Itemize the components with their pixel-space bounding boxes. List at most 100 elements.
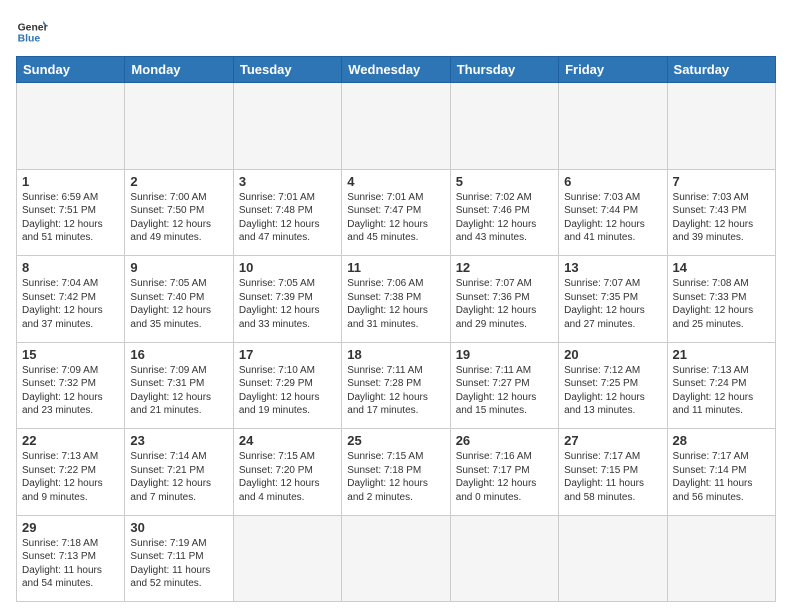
day-number: 24 — [239, 433, 336, 448]
day-number: 13 — [564, 260, 661, 275]
calendar-week-row: 29 Sunrise: 7:18 AM Sunset: 7:13 PM Dayli… — [17, 515, 776, 602]
calendar-cell — [342, 83, 450, 170]
calendar-week-row — [17, 83, 776, 170]
calendar-cell — [450, 83, 558, 170]
calendar-cell: 25 Sunrise: 7:15 AM Sunset: 7:18 PM Dayli… — [342, 429, 450, 516]
day-info: Sunrise: 7:15 AM Sunset: 7:18 PM Dayligh… — [347, 450, 444, 504]
calendar-cell: 4 Sunrise: 7:01 AM Sunset: 7:47 PM Daylig… — [342, 169, 450, 256]
day-number: 7 — [673, 174, 770, 189]
day-info: Sunrise: 7:16 AM Sunset: 7:17 PM Dayligh… — [456, 450, 553, 504]
day-info: Sunrise: 7:07 AM Sunset: 7:36 PM Dayligh… — [456, 277, 553, 331]
calendar-cell — [233, 515, 341, 602]
calendar-cell: 21Sunrise: 7:13 AM Sunset: 7:24 PM Dayli… — [667, 342, 775, 429]
day-info: Sunrise: 7:18 AM Sunset: 7:13 PM Dayligh… — [22, 537, 119, 591]
calendar-week-row: 22 Sunrise: 7:13 AM Sunset: 7:22 PM Dayli… — [17, 429, 776, 516]
calendar-cell: 27Sunrise: 7:17 AM Sunset: 7:15 PM Dayli… — [559, 429, 667, 516]
weekday-header: Tuesday — [233, 57, 341, 83]
calendar-cell: 3 Sunrise: 7:01 AM Sunset: 7:48 PM Daylig… — [233, 169, 341, 256]
calendar-cell: 23 Sunrise: 7:14 AM Sunset: 7:21 PM Dayli… — [125, 429, 233, 516]
day-info: Sunrise: 7:03 AM Sunset: 7:44 PM Dayligh… — [564, 191, 661, 245]
calendar-cell: 26Sunrise: 7:16 AM Sunset: 7:17 PM Dayli… — [450, 429, 558, 516]
day-number: 25 — [347, 433, 444, 448]
day-number: 28 — [673, 433, 770, 448]
day-info: Sunrise: 7:03 AM Sunset: 7:43 PM Dayligh… — [673, 191, 770, 245]
day-number: 2 — [130, 174, 227, 189]
day-number: 17 — [239, 347, 336, 362]
logo: General Blue — [16, 16, 52, 48]
day-info: Sunrise: 7:05 AM Sunset: 7:39 PM Dayligh… — [239, 277, 336, 331]
day-number: 11 — [347, 260, 444, 275]
day-info: Sunrise: 7:05 AM Sunset: 7:40 PM Dayligh… — [130, 277, 227, 331]
calendar-week-row: 8 Sunrise: 7:04 AM Sunset: 7:42 PM Daylig… — [17, 256, 776, 343]
day-number: 21 — [673, 347, 770, 362]
calendar-cell — [559, 515, 667, 602]
weekday-header: Monday — [125, 57, 233, 83]
day-info: Sunrise: 7:19 AM Sunset: 7:11 PM Dayligh… — [130, 537, 227, 591]
calendar-cell — [559, 83, 667, 170]
day-info: Sunrise: 7:13 AM Sunset: 7:22 PM Dayligh… — [22, 450, 119, 504]
calendar-cell: 8 Sunrise: 7:04 AM Sunset: 7:42 PM Daylig… — [17, 256, 125, 343]
day-number: 19 — [456, 347, 553, 362]
calendar-cell: 16Sunrise: 7:09 AM Sunset: 7:31 PM Dayli… — [125, 342, 233, 429]
day-info: Sunrise: 7:04 AM Sunset: 7:42 PM Dayligh… — [22, 277, 119, 331]
day-number: 14 — [673, 260, 770, 275]
calendar-cell: 1 Sunrise: 6:59 AM Sunset: 7:51 PM Daylig… — [17, 169, 125, 256]
calendar-cell: 18 Sunrise: 7:11 AM Sunset: 7:28 PM Dayli… — [342, 342, 450, 429]
day-info: Sunrise: 7:01 AM Sunset: 7:48 PM Dayligh… — [239, 191, 336, 245]
svg-text:Blue: Blue — [18, 34, 41, 45]
day-info: Sunrise: 7:06 AM Sunset: 7:38 PM Dayligh… — [347, 277, 444, 331]
calendar-cell — [125, 83, 233, 170]
day-number: 8 — [22, 260, 119, 275]
day-info: Sunrise: 7:00 AM Sunset: 7:50 PM Dayligh… — [130, 191, 227, 245]
day-number: 22 — [22, 433, 119, 448]
calendar-week-row: 1 Sunrise: 6:59 AM Sunset: 7:51 PM Daylig… — [17, 169, 776, 256]
day-number: 3 — [239, 174, 336, 189]
calendar-header: SundayMondayTuesdayWednesdayThursdayFrid… — [17, 57, 776, 83]
calendar-cell: 20Sunrise: 7:12 AM Sunset: 7:25 PM Dayli… — [559, 342, 667, 429]
day-number: 10 — [239, 260, 336, 275]
day-number: 9 — [130, 260, 227, 275]
day-number: 15 — [22, 347, 119, 362]
day-info: Sunrise: 7:14 AM Sunset: 7:21 PM Dayligh… — [130, 450, 227, 504]
day-info: Sunrise: 7:17 AM Sunset: 7:14 PM Dayligh… — [673, 450, 770, 504]
calendar-cell: 14Sunrise: 7:08 AM Sunset: 7:33 PM Dayli… — [667, 256, 775, 343]
calendar-cell — [17, 83, 125, 170]
calendar-body: 1 Sunrise: 6:59 AM Sunset: 7:51 PM Daylig… — [17, 83, 776, 602]
calendar-cell: 7 Sunrise: 7:03 AM Sunset: 7:43 PM Daylig… — [667, 169, 775, 256]
calendar-table: SundayMondayTuesdayWednesdayThursdayFrid… — [16, 56, 776, 602]
calendar-cell: 19 Sunrise: 7:11 AM Sunset: 7:27 PM Dayli… — [450, 342, 558, 429]
weekday-row: SundayMondayTuesdayWednesdayThursdayFrid… — [17, 57, 776, 83]
day-number: 27 — [564, 433, 661, 448]
calendar-cell: 12Sunrise: 7:07 AM Sunset: 7:36 PM Dayli… — [450, 256, 558, 343]
day-number: 29 — [22, 520, 119, 535]
calendar-cell — [450, 515, 558, 602]
day-number: 1 — [22, 174, 119, 189]
day-info: Sunrise: 7:10 AM Sunset: 7:29 PM Dayligh… — [239, 364, 336, 418]
calendar-cell: 10 Sunrise: 7:05 AM Sunset: 7:39 PM Dayli… — [233, 256, 341, 343]
calendar-cell: 5Sunrise: 7:02 AM Sunset: 7:46 PM Daylig… — [450, 169, 558, 256]
calendar-cell — [233, 83, 341, 170]
day-info: Sunrise: 7:11 AM Sunset: 7:28 PM Dayligh… — [347, 364, 444, 418]
calendar-week-row: 15 Sunrise: 7:09 AM Sunset: 7:32 PM Dayli… — [17, 342, 776, 429]
calendar-cell: 28 Sunrise: 7:17 AM Sunset: 7:14 PM Dayli… — [667, 429, 775, 516]
weekday-header: Friday — [559, 57, 667, 83]
calendar-cell: 24Sunrise: 7:15 AM Sunset: 7:20 PM Dayli… — [233, 429, 341, 516]
day-info: Sunrise: 6:59 AM Sunset: 7:51 PM Dayligh… — [22, 191, 119, 245]
day-number: 4 — [347, 174, 444, 189]
calendar-cell: 15 Sunrise: 7:09 AM Sunset: 7:32 PM Dayli… — [17, 342, 125, 429]
calendar-cell — [342, 515, 450, 602]
weekday-header: Sunday — [17, 57, 125, 83]
calendar-cell: 2 Sunrise: 7:00 AM Sunset: 7:50 PM Daylig… — [125, 169, 233, 256]
day-info: Sunrise: 7:09 AM Sunset: 7:31 PM Dayligh… — [130, 364, 227, 418]
weekday-header: Thursday — [450, 57, 558, 83]
day-info: Sunrise: 7:09 AM Sunset: 7:32 PM Dayligh… — [22, 364, 119, 418]
day-number: 18 — [347, 347, 444, 362]
day-info: Sunrise: 7:01 AM Sunset: 7:47 PM Dayligh… — [347, 191, 444, 245]
day-number: 23 — [130, 433, 227, 448]
day-info: Sunrise: 7:02 AM Sunset: 7:46 PM Dayligh… — [456, 191, 553, 245]
calendar-cell: 13Sunrise: 7:07 AM Sunset: 7:35 PM Dayli… — [559, 256, 667, 343]
day-info: Sunrise: 7:11 AM Sunset: 7:27 PM Dayligh… — [456, 364, 553, 418]
calendar-cell: 17 Sunrise: 7:10 AM Sunset: 7:29 PM Dayli… — [233, 342, 341, 429]
day-number: 6 — [564, 174, 661, 189]
calendar-cell — [667, 515, 775, 602]
